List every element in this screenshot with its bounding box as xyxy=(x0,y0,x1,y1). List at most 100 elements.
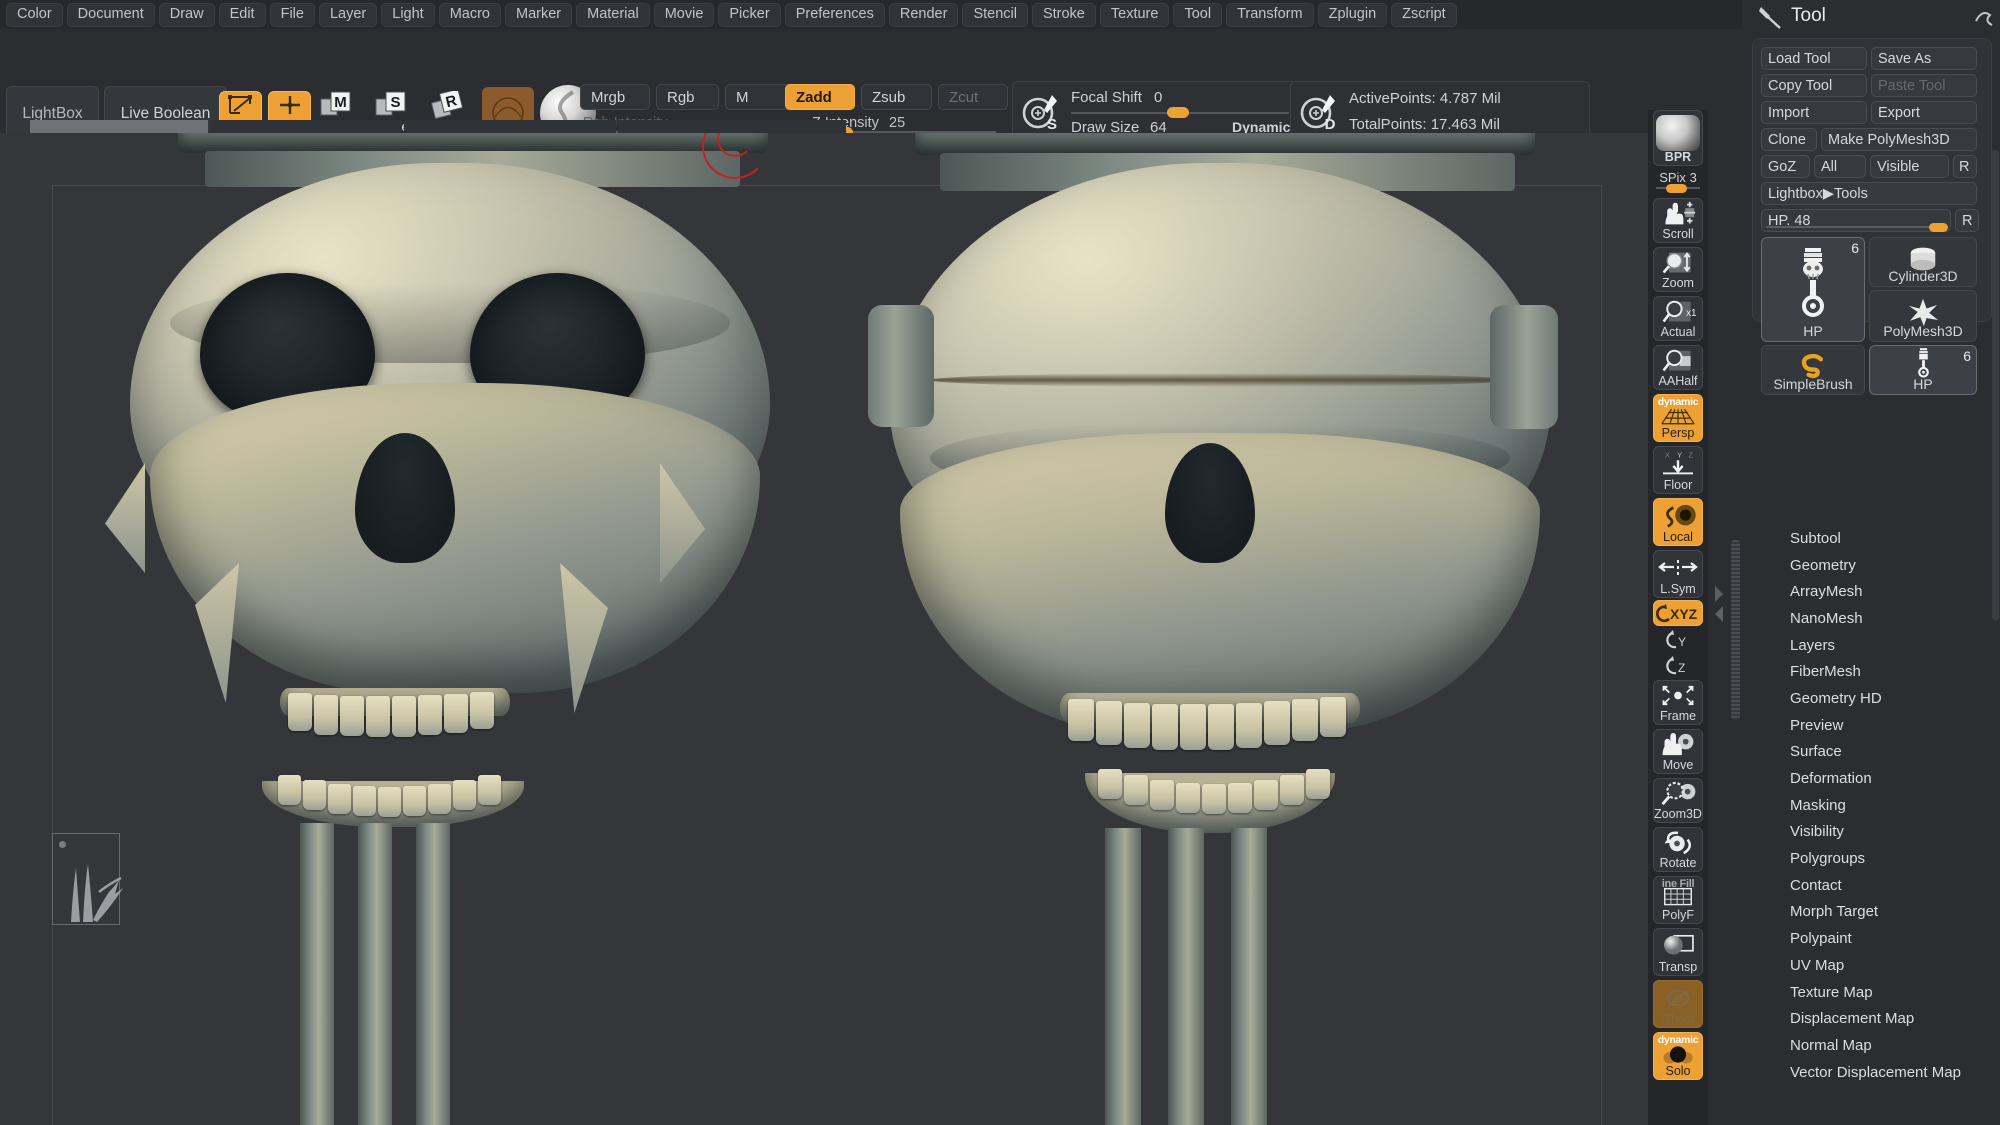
copy-tool-button[interactable]: Copy Tool xyxy=(1761,74,1867,97)
subpalette-morph-target[interactable]: Morph Target xyxy=(1742,899,2000,926)
tool-thumb-polymesh3d[interactable]: PolyMesh3D xyxy=(1869,290,1977,342)
transparency-button[interactable]: Transp xyxy=(1653,928,1703,976)
subpalette-deformation[interactable]: Deformation xyxy=(1742,765,2000,792)
load-tool-button[interactable]: Load Tool xyxy=(1761,47,1867,70)
subpalette-displacement-map[interactable]: Displacement Map xyxy=(1742,1005,2000,1032)
hp-slider-knob[interactable] xyxy=(1929,223,1948,232)
solo-button[interactable]: dynamic Solo xyxy=(1653,1032,1703,1080)
menu-item-color[interactable]: Color xyxy=(6,2,63,27)
subpalette-arraymesh[interactable]: ArrayMesh xyxy=(1742,578,2000,605)
paste-tool-button[interactable]: Paste Tool xyxy=(1871,74,1977,97)
menu-item-zscript[interactable]: Zscript xyxy=(1391,2,1457,27)
rotate-y-button[interactable]: Y xyxy=(1653,628,1703,652)
spix-knob[interactable] xyxy=(1666,184,1687,193)
tab-cell-3[interactable] xyxy=(404,120,616,133)
tab-cell-active[interactable] xyxy=(30,120,208,133)
frame-button[interactable]: Frame xyxy=(1653,680,1703,725)
menu-item-material[interactable]: Material xyxy=(576,2,650,27)
hp-slider[interactable]: HP. 48 xyxy=(1761,209,1951,232)
lightbox-tools-button[interactable]: Lightbox▶Tools xyxy=(1761,182,1977,205)
tab-cell-4[interactable] xyxy=(618,120,846,133)
scroll-button[interactable]: Scroll xyxy=(1653,198,1703,243)
subpalette-geometry-hd[interactable]: Geometry HD xyxy=(1742,685,2000,712)
move3d-button[interactable]: Move xyxy=(1653,729,1703,774)
menu-item-stencil[interactable]: Stencil xyxy=(962,2,1028,27)
subpalette-texture-map[interactable]: Texture Map xyxy=(1742,979,2000,1006)
menu-item-light[interactable]: Light xyxy=(381,2,435,27)
menu-item-transform[interactable]: Transform xyxy=(1226,2,1314,27)
ghost-button[interactable]: Ghost xyxy=(1653,980,1703,1028)
polyframe-button[interactable]: ine Fill PolyF xyxy=(1653,876,1703,924)
subpalette-nanomesh[interactable]: NanoMesh xyxy=(1742,605,2000,632)
actual-button[interactable]: x1 Actual xyxy=(1653,296,1703,341)
subpalette-surface[interactable]: Surface xyxy=(1742,739,2000,766)
local-symmetry-button[interactable]: L.Sym xyxy=(1653,550,1703,598)
subpalette-geometry[interactable]: Geometry xyxy=(1742,552,2000,579)
subpalette-normal-map[interactable]: Normal Map xyxy=(1742,1032,2000,1059)
subpalette-polypaint[interactable]: Polypaint xyxy=(1742,925,2000,952)
zadd-button[interactable]: Zadd xyxy=(785,84,855,110)
menu-item-edit[interactable]: Edit xyxy=(218,2,266,27)
document-tab-strip[interactable] xyxy=(8,120,848,133)
zcut-button[interactable]: Zcut xyxy=(938,84,1008,110)
menu-item-draw[interactable]: Draw xyxy=(158,2,215,27)
menu-item-tool[interactable]: Tool xyxy=(1173,2,1223,27)
rotate-z-button[interactable]: Z xyxy=(1653,654,1703,678)
zsub-button[interactable]: Zsub xyxy=(861,84,932,110)
goz-button[interactable]: GoZ xyxy=(1761,155,1810,178)
subpalette-polygroups[interactable]: Polygroups xyxy=(1742,845,2000,872)
palette-menu-icon[interactable] xyxy=(1972,5,1996,29)
subpalette-visibility[interactable]: Visibility xyxy=(1742,819,2000,846)
mrgb-button[interactable]: Mrgb xyxy=(580,84,650,110)
bpr-button[interactable]: BPR xyxy=(1653,110,1703,166)
rgb-button[interactable]: Rgb xyxy=(656,84,719,110)
tool-thumb-cylinder3d[interactable]: Cylinder3D xyxy=(1869,237,1977,287)
clone-button[interactable]: Clone xyxy=(1761,128,1817,151)
tool-thumb-simplebrush[interactable]: SimpleBrush xyxy=(1761,345,1865,395)
menu-item-file[interactable]: File xyxy=(269,2,315,27)
tab-cell-2[interactable] xyxy=(210,120,402,133)
subpalette-contact[interactable]: Contact xyxy=(1742,872,2000,899)
floor-button[interactable]: X Y Z Floor xyxy=(1653,446,1703,494)
menu-item-layer[interactable]: Layer xyxy=(318,2,378,27)
subpalette-uv-map[interactable]: UV Map xyxy=(1742,952,2000,979)
menu-item-texture[interactable]: Texture xyxy=(1099,2,1170,27)
zoom-button[interactable]: Zoom xyxy=(1653,247,1703,292)
rotate-xyz-button[interactable]: XYZ xyxy=(1653,600,1703,626)
menu-item-preferences[interactable]: Preferences xyxy=(784,2,885,27)
menu-item-document[interactable]: Document xyxy=(66,2,155,27)
menu-item-macro[interactable]: Macro xyxy=(438,2,501,27)
zoom3d-button[interactable]: Zoom3D xyxy=(1653,778,1703,823)
menu-item-movie[interactable]: Movie xyxy=(653,2,715,27)
focal-shift-knob[interactable] xyxy=(1167,107,1189,118)
subpalette-masking[interactable]: Masking xyxy=(1742,792,2000,819)
shelf-scrollbar[interactable] xyxy=(1731,540,1740,720)
local-button[interactable]: Local xyxy=(1653,498,1703,546)
hp-slider-track[interactable] xyxy=(1766,226,1946,228)
perspective-button[interactable]: dynamic Persp xyxy=(1653,394,1703,442)
menu-item-render[interactable]: Render xyxy=(888,2,959,27)
make-polymesh3d-button[interactable]: Make PolyMesh3D xyxy=(1821,128,1977,151)
tool-thumb-hp-2[interactable]: 6 HP xyxy=(1869,345,1977,395)
menu-item-picker[interactable]: Picker xyxy=(718,2,781,27)
tool-thumb-hp-selected[interactable]: 6 HP xyxy=(1761,237,1865,342)
subpalette-fibermesh[interactable]: FiberMesh xyxy=(1742,658,2000,685)
panel-collapse-arrows[interactable] xyxy=(1712,580,1726,630)
menu-item-stroke[interactable]: Stroke xyxy=(1031,2,1096,27)
subpalette-subtool[interactable]: Subtool xyxy=(1742,525,2000,552)
import-button[interactable]: Import xyxy=(1761,101,1867,124)
subpalette-layers[interactable]: Layers xyxy=(1742,632,2000,659)
subpalette-preview[interactable]: Preview xyxy=(1742,712,2000,739)
save-as-button[interactable]: Save As xyxy=(1871,47,1977,70)
subpalette-vector-displacement-map[interactable]: Vector Displacement Map xyxy=(1742,1059,2000,1086)
hp-reset-button[interactable]: R xyxy=(1955,209,1979,232)
r-button[interactable]: R xyxy=(1953,155,1977,178)
palette-scrollbar[interactable] xyxy=(1992,150,1999,620)
export-button[interactable]: Export xyxy=(1871,101,1977,124)
rotate3d-button[interactable]: Rotate xyxy=(1653,827,1703,872)
menu-item-marker[interactable]: Marker xyxy=(505,2,573,27)
visible-button[interactable]: Visible xyxy=(1870,155,1949,178)
menu-item-zplugin[interactable]: Zplugin xyxy=(1317,2,1388,27)
aahalf-button[interactable]: AAHalf xyxy=(1653,345,1703,390)
canvas-viewport[interactable]: ©2018 Julio Cesar Morales Morales (Julle… xyxy=(0,133,1648,1125)
